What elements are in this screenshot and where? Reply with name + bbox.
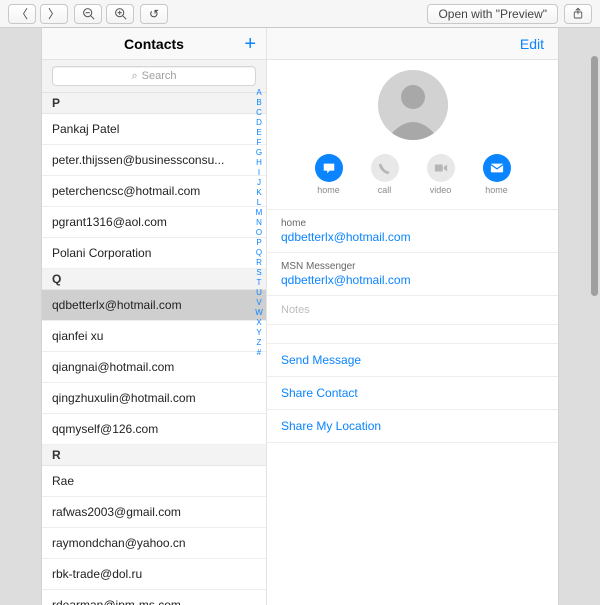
app-frame: Contacts + ⌕ Search PPankaj Patelpeter.t… bbox=[42, 28, 558, 605]
alpha-index-letter[interactable]: H bbox=[254, 158, 264, 168]
section-header: Q bbox=[42, 269, 266, 290]
alpha-index-letter[interactable]: N bbox=[254, 218, 264, 228]
contacts-title: Contacts bbox=[124, 36, 184, 52]
alpha-index-letter[interactable]: R bbox=[254, 258, 264, 268]
alpha-index-letter[interactable]: S bbox=[254, 268, 264, 278]
zoom-in-button[interactable] bbox=[106, 4, 134, 24]
info-field: homeqdbetterlx@hotmail.com bbox=[267, 210, 558, 253]
back-button[interactable]: 〈 bbox=[8, 4, 36, 24]
alpha-index-letter[interactable]: F bbox=[254, 138, 264, 148]
alpha-index-letter[interactable]: U bbox=[254, 288, 264, 298]
alpha-index-letter[interactable]: # bbox=[254, 348, 264, 358]
contact-list[interactable]: PPankaj Patelpeter.thijssen@businesscons… bbox=[42, 93, 266, 605]
action-video: video bbox=[427, 154, 455, 195]
info-label: home bbox=[281, 218, 544, 229]
alpha-index-letter[interactable]: Y bbox=[254, 328, 264, 338]
list-item[interactable]: qdbetterlx@hotmail.com bbox=[42, 290, 266, 321]
alpha-index-letter[interactable]: G bbox=[254, 148, 264, 158]
list-item[interactable]: Pankaj Patel bbox=[42, 114, 266, 145]
section-header: P bbox=[42, 93, 266, 114]
alpha-index-letter[interactable]: B bbox=[254, 98, 264, 108]
action-link[interactable]: Share Contact bbox=[267, 377, 558, 410]
video-icon bbox=[427, 154, 455, 182]
info-label: MSN Messenger bbox=[281, 261, 544, 272]
alpha-index-letter[interactable]: I bbox=[254, 168, 264, 178]
action-row: home call video home bbox=[315, 154, 511, 195]
scrollbar-thumb[interactable] bbox=[591, 56, 598, 296]
alpha-index-letter[interactable]: A bbox=[254, 88, 264, 98]
alpha-index-letter[interactable]: L bbox=[254, 198, 264, 208]
list-item[interactable]: Rae bbox=[42, 466, 266, 497]
list-item[interactable]: qqmyself@126.com bbox=[42, 414, 266, 445]
action-home2[interactable]: home bbox=[483, 154, 511, 195]
info-value[interactable]: qdbetterlx@hotmail.com bbox=[281, 273, 544, 287]
alpha-index-letter[interactable]: W bbox=[254, 308, 264, 318]
list-item[interactable]: rbk-trade@dol.ru bbox=[42, 559, 266, 590]
alpha-index-letter[interactable]: O bbox=[254, 228, 264, 238]
edit-button[interactable]: Edit bbox=[520, 36, 544, 52]
action-label: video bbox=[430, 185, 452, 195]
list-item[interactable]: raymondchan@yahoo.cn bbox=[42, 528, 266, 559]
alpha-index-letter[interactable]: Z bbox=[254, 338, 264, 348]
detail-panel: Edit homecallvideohome homeqdbetterlx@ho… bbox=[267, 28, 558, 605]
alpha-index-letter[interactable]: K bbox=[254, 188, 264, 198]
action-home[interactable]: home bbox=[315, 154, 343, 195]
forward-button[interactable]: 〉 bbox=[40, 4, 68, 24]
zoom-out-button[interactable] bbox=[74, 4, 102, 24]
profile-section: home call video home bbox=[267, 60, 558, 210]
alpha-index-letter[interactable]: X bbox=[254, 318, 264, 328]
alpha-index-letter[interactable]: V bbox=[254, 298, 264, 308]
open-with-button[interactable]: Open with "Preview" bbox=[427, 4, 558, 24]
alpha-index-letter[interactable]: D bbox=[254, 118, 264, 128]
search-placeholder: Search bbox=[142, 70, 177, 82]
action-label: home bbox=[485, 185, 508, 195]
mail-icon bbox=[483, 154, 511, 182]
rotate-button[interactable]: ↺ bbox=[140, 4, 168, 24]
add-contact-button[interactable]: + bbox=[244, 34, 256, 54]
nav-group: 〈 〉 bbox=[8, 4, 68, 24]
action-call: call bbox=[371, 154, 399, 195]
list-item[interactable]: qiangnai@hotmail.com bbox=[42, 352, 266, 383]
toolbar: 〈 〉 ↺ Open with "Preview" bbox=[0, 0, 600, 28]
alpha-index-letter[interactable]: E bbox=[254, 128, 264, 138]
list-item[interactable]: pgrant1316@aol.com bbox=[42, 207, 266, 238]
alpha-index-letter[interactable]: Q bbox=[254, 248, 264, 258]
list-item[interactable]: peterchencsc@hotmail.com bbox=[42, 176, 266, 207]
scrollbar[interactable] bbox=[591, 56, 598, 595]
list-item[interactable]: rafwas2003@gmail.com bbox=[42, 497, 266, 528]
list-item[interactable]: peter.thijssen@businessconsu... bbox=[42, 145, 266, 176]
search-icon: ⌕ bbox=[131, 70, 137, 83]
contacts-header: Contacts + bbox=[42, 28, 266, 60]
notes-field[interactable]: Notes bbox=[267, 296, 558, 325]
alpha-index-letter[interactable]: T bbox=[254, 278, 264, 288]
alpha-index-letter[interactable]: C bbox=[254, 108, 264, 118]
share-button[interactable] bbox=[564, 4, 592, 24]
zoom-group bbox=[74, 4, 134, 24]
action-link[interactable]: Send Message bbox=[267, 343, 558, 377]
detail-header: Edit bbox=[267, 28, 558, 60]
list-item[interactable]: Polani Corporation bbox=[42, 238, 266, 269]
search-input[interactable]: ⌕ Search bbox=[52, 66, 256, 86]
search-row: ⌕ Search bbox=[42, 60, 266, 93]
contacts-panel: Contacts + ⌕ Search PPankaj Patelpeter.t… bbox=[42, 28, 267, 605]
alpha-index-letter[interactable]: J bbox=[254, 178, 264, 188]
info-field: MSN Messengerqdbetterlx@hotmail.com bbox=[267, 253, 558, 296]
list-item[interactable]: rdearman@jpm-ms.com bbox=[42, 590, 266, 605]
alpha-index-letter[interactable]: M bbox=[254, 208, 264, 218]
list-item[interactable]: qingzhuxulin@hotmail.com bbox=[42, 383, 266, 414]
alpha-index[interactable]: ABCDEFGHIJKLMNOPQRSTUVWXYZ# bbox=[254, 88, 264, 358]
info-value[interactable]: qdbetterlx@hotmail.com bbox=[281, 230, 544, 244]
action-label: call bbox=[378, 185, 392, 195]
alpha-index-letter[interactable]: P bbox=[254, 238, 264, 248]
avatar bbox=[378, 70, 448, 140]
section-header: R bbox=[42, 445, 266, 466]
action-link[interactable]: Share My Location bbox=[267, 410, 558, 443]
message-icon bbox=[315, 154, 343, 182]
phone-icon bbox=[371, 154, 399, 182]
action-label: home bbox=[317, 185, 340, 195]
list-item[interactable]: qianfei xu bbox=[42, 321, 266, 352]
